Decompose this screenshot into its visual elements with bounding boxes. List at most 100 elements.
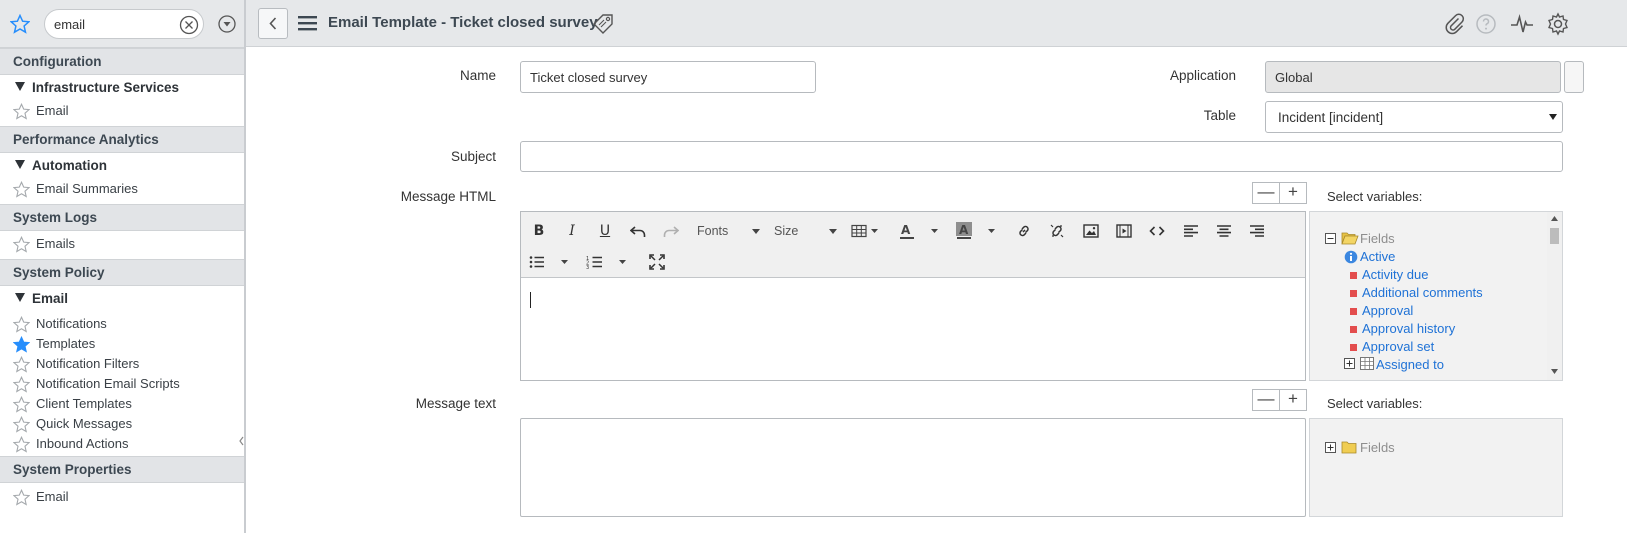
shrink-textarea-button[interactable]: — (1252, 389, 1280, 411)
paperclip-icon[interactable] (1443, 12, 1467, 36)
nav-section-configuration[interactable]: Configuration (0, 48, 244, 75)
nav-section-system-policy[interactable]: System Policy (0, 259, 244, 286)
underline-button[interactable]: U (593, 219, 617, 243)
favorites-star-icon[interactable] (10, 14, 30, 34)
shrink-editor-button[interactable]: — (1252, 182, 1280, 204)
variables-root-label[interactable]: Fields (1360, 231, 1395, 246)
nav-item-inbound-actions[interactable]: Inbound Actions (0, 434, 244, 454)
message-text-area[interactable] (520, 418, 1306, 517)
svg-text:A: A (901, 223, 911, 237)
star-outline-icon[interactable] (13, 181, 30, 198)
size-label: Size (774, 224, 799, 238)
resize-grip-icon[interactable] (239, 436, 244, 446)
star-outline-icon[interactable] (13, 416, 30, 433)
clear-filter-icon[interactable] (179, 15, 199, 35)
variable-approval-set[interactable]: Approval set (1350, 339, 1434, 354)
font-size-dropdown[interactable]: Size (774, 219, 840, 243)
nav-item-notification-email-scripts[interactable]: Notification Email Scripts (0, 374, 244, 394)
nav-item-quick-messages[interactable]: Quick Messages (0, 414, 244, 434)
text-variables-root-label[interactable]: Fields (1360, 440, 1395, 455)
italic-button[interactable]: I (560, 219, 584, 243)
expand-editor-button[interactable]: + (1279, 182, 1307, 204)
application-label: Application (1169, 68, 1236, 83)
star-filled-icon[interactable] (13, 336, 30, 353)
table-insert-button[interactable] (849, 219, 883, 243)
filter-input[interactable] (54, 15, 174, 33)
fullscreen-icon[interactable] (645, 250, 669, 274)
gear-icon[interactable] (1546, 12, 1570, 36)
scroll-down-icon[interactable] (1551, 369, 1558, 374)
star-outline-icon[interactable] (13, 396, 30, 413)
activity-pulse-icon[interactable] (1510, 12, 1534, 36)
nav-item-templates[interactable]: Templates (0, 334, 244, 354)
variable-activity-due[interactable]: Activity due (1350, 267, 1428, 282)
nav-section-performance-analytics[interactable]: Performance Analytics (0, 126, 244, 153)
align-left-icon[interactable] (1179, 219, 1203, 243)
field-icon (1350, 344, 1357, 351)
nav-item-email-summaries[interactable]: Email Summaries (0, 179, 244, 199)
variables-scrollbar[interactable] (1547, 212, 1562, 380)
bullet-list-button[interactable] (527, 250, 577, 274)
expand-textarea-button[interactable]: + (1279, 389, 1307, 411)
application-lookup-button[interactable] (1564, 61, 1584, 93)
subject-field[interactable] (520, 141, 1563, 172)
numbered-list-button[interactable]: 123 (585, 250, 635, 274)
star-outline-icon[interactable] (13, 316, 30, 333)
unlink-icon[interactable] (1045, 219, 1069, 243)
scrollbar-thumb[interactable] (1550, 228, 1559, 244)
media-icon[interactable] (1112, 219, 1136, 243)
star-outline-icon[interactable] (13, 103, 30, 120)
variable-additional-comments[interactable]: Additional comments (1350, 285, 1483, 300)
star-outline-icon[interactable] (13, 236, 30, 253)
message-text-label: Message text (415, 396, 496, 411)
form-title: Email Template - Ticket closed survey (328, 14, 598, 31)
help-icon[interactable] (1474, 12, 1498, 36)
text-color-button[interactable]: A (899, 219, 945, 243)
hamburger-menu-icon[interactable] (297, 14, 319, 32)
nav-group-infrastructure-services[interactable]: Infrastructure Services (0, 75, 244, 101)
message-html-label: Message HTML (400, 189, 496, 204)
variables-tree-panel: Fields Active Activity due Additional co… (1309, 211, 1563, 381)
star-outline-icon[interactable] (13, 489, 30, 506)
collapse-navigator-icon[interactable] (217, 14, 237, 34)
nav-group-automation[interactable]: Automation (0, 153, 244, 179)
background-color-button[interactable]: A (956, 219, 1002, 243)
variable-approval-history[interactable]: Approval history (1350, 321, 1455, 336)
expand-tree-icon[interactable] (1344, 358, 1355, 369)
back-button[interactable] (258, 8, 288, 39)
nav-item-notification-filters[interactable]: Notification Filters (0, 354, 244, 374)
table-select[interactable]: Incident [incident] (1265, 101, 1563, 133)
star-outline-icon[interactable] (13, 356, 30, 373)
link-icon[interactable] (1012, 219, 1036, 243)
redo-icon[interactable] (659, 219, 683, 243)
nav-item-email-properties[interactable]: Email (0, 487, 244, 507)
undo-icon[interactable] (626, 219, 650, 243)
html-editor-body[interactable] (521, 278, 1305, 378)
nav-section-system-properties[interactable]: System Properties (0, 456, 244, 483)
font-family-dropdown[interactable]: Fonts (697, 219, 763, 243)
variable-approval[interactable]: Approval (1350, 303, 1413, 318)
star-outline-icon[interactable] (13, 376, 30, 393)
application-field (1265, 61, 1561, 93)
nav-item-client-templates[interactable]: Client Templates (0, 394, 244, 414)
star-outline-icon[interactable] (13, 436, 30, 453)
collapse-tree-icon[interactable] (1325, 233, 1336, 244)
source-code-icon[interactable] (1145, 219, 1169, 243)
name-field[interactable] (520, 61, 816, 93)
image-icon[interactable] (1079, 219, 1103, 243)
field-icon (1350, 326, 1357, 333)
variable-assigned-to[interactable]: Assigned to (1376, 357, 1444, 372)
nav-item-label: Inbound Actions (36, 436, 129, 451)
align-center-icon[interactable] (1212, 219, 1236, 243)
align-right-icon[interactable] (1245, 219, 1269, 243)
nav-item-notifications[interactable]: Notifications (0, 314, 244, 334)
nav-item-email[interactable]: Email (0, 101, 244, 121)
nav-section-system-logs[interactable]: System Logs (0, 204, 244, 231)
nav-group-email[interactable]: Email (0, 286, 244, 312)
expand-tree-icon[interactable] (1325, 442, 1336, 453)
bold-button[interactable]: B (527, 219, 551, 243)
nav-item-emails[interactable]: Emails (0, 234, 244, 254)
tag-icon[interactable] (592, 13, 614, 35)
scroll-up-icon[interactable] (1551, 216, 1558, 221)
variable-active[interactable]: Active (1360, 249, 1395, 264)
